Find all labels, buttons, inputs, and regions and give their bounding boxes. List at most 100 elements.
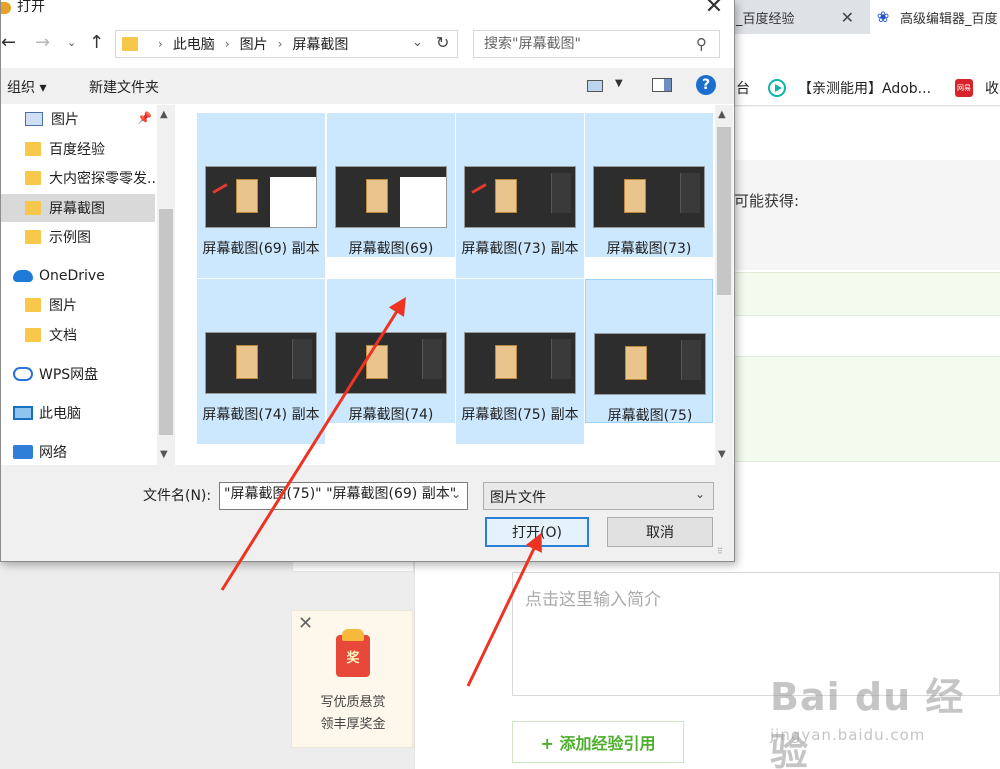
file-thumbnail [464, 166, 576, 228]
sidebar-item-pictures[interactable]: 图片 📌 [1, 105, 155, 133]
reward-badge: 奖 [346, 651, 360, 666]
search-icon[interactable]: ⚲ [696, 35, 707, 53]
file-thumbnail [593, 166, 705, 228]
chevron-down-icon[interactable]: ⌄ [412, 35, 423, 50]
breadcrumb-pictures[interactable]: 图片 [240, 34, 268, 54]
sidebar-item-screenshots[interactable]: 屏幕截图 [1, 194, 155, 222]
play-icon [768, 79, 786, 97]
bookmark-item[interactable]: 台 [736, 78, 750, 98]
dialog-close-button[interactable]: ✕ [701, 0, 727, 20]
sidebar-item-baidu-jingyan[interactable]: 百度经验 [1, 135, 155, 163]
filename-input[interactable]: "屏幕截图(75)" "屏幕截图(69) 副本" [219, 482, 468, 510]
watermark-logo: Bai du 经验 [770, 675, 965, 769]
scroll-down-icon[interactable]: ▼ [718, 449, 726, 460]
chevron-down-icon[interactable]: ▼ [615, 78, 623, 89]
file-tile[interactable]: 屏幕截图(73) 副本 [456, 113, 584, 278]
new-folder-button[interactable]: 新建文件夹 [89, 77, 159, 97]
filename-label: 文件名(N): [143, 488, 212, 504]
file-tile[interactable]: 屏幕截图(75) [585, 279, 713, 424]
file-list-scrollbar[interactable]: ▲ ▼ [715, 105, 733, 465]
sidebar-item-onedrive[interactable]: OneDrive [1, 262, 155, 290]
dialog-title: 打开 [17, 0, 45, 15]
file-thumbnail [205, 332, 317, 394]
file-type-select[interactable]: 图片文件 [483, 482, 714, 510]
breadcrumb-this-pc[interactable]: 此电脑 [173, 34, 215, 54]
scroll-down-icon[interactable]: ▼ [160, 449, 168, 460]
view-options-icon[interactable] [587, 80, 603, 92]
scroll-up-icon[interactable]: ▲ [160, 109, 168, 120]
sidebar-item-documents[interactable]: 文档 [1, 321, 155, 349]
navigation-bar: ← → ⌄ ↑ › 此电脑 › 图片 › 屏幕截图 ⌄ ↻ ⚲ [1, 28, 734, 62]
sidebar-item-onedrive-pictures[interactable]: 图片 [1, 291, 155, 319]
baidu-jingyan-watermark: Bai du 经验 jingyan.baidu.com [770, 666, 990, 769]
back-arrow-icon[interactable]: ← [1, 32, 16, 53]
chevron-down-icon[interactable]: ⌄ [695, 487, 705, 501]
file-tile[interactable]: 屏幕截图(69) 副本 [197, 113, 325, 278]
file-name: 屏幕截图(73) [606, 241, 692, 257]
search-input[interactable] [484, 36, 684, 52]
browser-tab-advanced-editor[interactable]: ❀ 高级编辑器_百度 [870, 0, 1000, 34]
up-arrow-icon[interactable]: ↑ [89, 32, 104, 53]
folder-icon [25, 328, 41, 342]
chrome-icon [1, 2, 11, 14]
summary-placeholder: 点击这里输入简介 [525, 590, 661, 610]
scrollbar-thumb[interactable] [717, 127, 731, 295]
scroll-up-icon[interactable]: ▲ [718, 109, 726, 120]
preview-pane-icon[interactable] [652, 78, 672, 92]
help-icon[interactable]: ? [696, 75, 716, 95]
sidebar-item-wps-cloud[interactable]: WPS网盘 [1, 360, 155, 388]
forward-arrow-icon[interactable]: → [35, 32, 50, 53]
sidebar-item-network[interactable]: 网络 [1, 438, 155, 465]
close-icon[interactable]: ✕ [298, 613, 313, 634]
cancel-button[interactable]: 取消 [607, 517, 713, 547]
organize-menu[interactable]: 组织 ▾ [7, 77, 46, 97]
reward-text-line1: 写优质悬赏 [320, 695, 386, 710]
file-name: 屏幕截图(75) 副本 [461, 407, 579, 423]
file-tile[interactable]: 屏幕截图(75) 副本 [456, 279, 584, 444]
scrollbar-thumb[interactable] [159, 209, 173, 435]
breadcrumb-screenshots[interactable]: 屏幕截图 [292, 34, 348, 54]
folder-icon [25, 201, 41, 215]
bookmark-netease[interactable]: 网易 收 [955, 78, 999, 98]
netease-news-icon: 网易 [955, 79, 973, 97]
file-tile[interactable]: 屏幕截图(74) 副本 [197, 279, 325, 444]
filename-value: "屏幕截图(75)" "屏幕截图(69) 副本" [224, 486, 457, 502]
file-tile[interactable]: 屏幕截图(69) [327, 113, 455, 257]
file-name: 屏幕截图(74) [348, 407, 434, 423]
wps-cloud-icon [13, 367, 33, 381]
baidu-paw-icon: ❀ [876, 8, 890, 26]
file-tile[interactable]: 屏幕截图(73) [585, 113, 713, 257]
bookmark-adobe[interactable]: 【亲测能用】Adob... [768, 78, 931, 98]
command-bar: 组织 ▾ 新建文件夹 ▼ ? [1, 68, 734, 104]
chevron-right-icon: › [277, 37, 283, 51]
file-thumbnail [335, 332, 447, 394]
sidebar-item-examples[interactable]: 示例图 [1, 223, 155, 251]
info-text: 可能获得: [734, 192, 800, 210]
reward-card[interactable]: ✕ 奖 写优质悬赏 领丰厚奖金 [291, 610, 413, 748]
recent-locations-icon[interactable]: ⌄ [67, 36, 76, 49]
sidebar-item-danei[interactable]: 大内密探零零发.. [1, 164, 155, 192]
add-reference-button[interactable]: + 添加经验引用 [512, 721, 684, 763]
file-tile[interactable]: 屏幕截图(74) [327, 279, 455, 423]
search-box[interactable]: ⚲ [473, 30, 720, 58]
pictures-icon [25, 112, 43, 126]
coin-icon [342, 629, 364, 641]
sidebar-scrollbar[interactable]: ▲ ▼ [157, 105, 175, 465]
refresh-icon[interactable]: ↻ [436, 33, 449, 52]
this-pc-icon [13, 406, 33, 420]
network-icon [13, 445, 33, 459]
file-type-value: 图片文件 [490, 490, 546, 506]
chevron-down-icon[interactable]: ⌄ [451, 487, 461, 501]
dialog-titlebar[interactable]: 打开 ✕ [1, 0, 734, 20]
file-thumbnail [335, 166, 447, 228]
pin-icon[interactable]: 📌 [137, 111, 152, 125]
open-button[interactable]: 打开(O) [485, 517, 589, 547]
address-bar[interactable]: › 此电脑 › 图片 › 屏幕截图 ⌄ ↻ [115, 30, 458, 58]
dialog-footer: 文件名(N): "屏幕截图(75)" "屏幕截图(69) 副本" ⌄ 图片文件 … [1, 465, 734, 561]
navigation-pane: 图片 📌 百度经验 大内密探零零发.. 屏幕截图 示例图 OneDrive 图片 [1, 105, 175, 465]
sidebar-item-this-pc[interactable]: 此电脑 [1, 399, 155, 427]
folder-icon [25, 171, 41, 185]
tab-close-icon[interactable]: ✕ [841, 8, 854, 27]
browser-tab-baidu-jingyan[interactable]: _百度经验 ✕ [736, 0, 860, 34]
resize-grip-icon[interactable]: ⠿ [717, 547, 723, 556]
